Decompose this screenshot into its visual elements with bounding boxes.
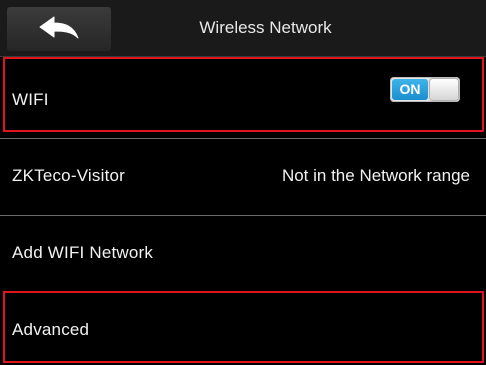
advanced-label: Advanced <box>12 320 90 339</box>
page-title: Wireless Network <box>199 18 332 37</box>
wifi-label: WIFI <box>12 90 49 109</box>
back-button[interactable] <box>7 7 111 51</box>
toggle-knob <box>430 79 458 100</box>
toggle-on-label: ON <box>392 79 428 100</box>
header-bar: Wireless Network <box>0 0 486 57</box>
network-row-zkteco-visitor[interactable]: ZKTeco-Visitor Not in the Network range <box>0 139 486 215</box>
network-name: ZKTeco-Visitor <box>12 166 126 185</box>
wifi-row[interactable]: WIFI ON <box>0 57 486 132</box>
advanced-row[interactable]: Advanced <box>0 292 486 362</box>
back-arrow-icon <box>38 16 80 42</box>
network-status: Not in the Network range <box>281 166 470 185</box>
wireless-network-screen: Wireless Network WIFI ON ZKTeco-Visitor … <box>0 0 486 365</box>
add-wifi-network-row[interactable]: Add WIFI Network <box>0 216 486 288</box>
add-wifi-network-label: Add WIFI Network <box>12 243 154 262</box>
wifi-toggle[interactable]: ON <box>390 77 460 102</box>
